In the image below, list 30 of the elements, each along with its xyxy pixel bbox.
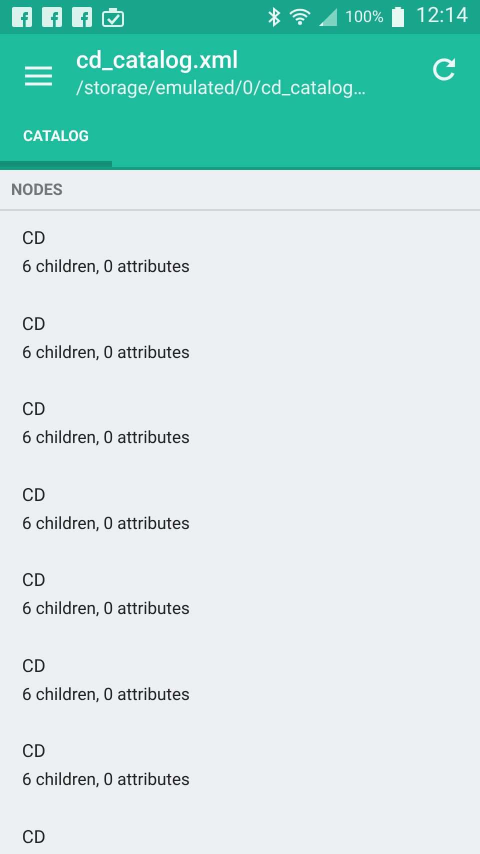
wifi-icon: [289, 7, 311, 27]
node-details: 6 children, 0 attributes: [22, 427, 191, 450]
node-details: 6 children, 0 attributes: [22, 598, 191, 621]
battery-icon: [392, 7, 404, 27]
bluetooth-icon: [267, 7, 281, 27]
node-details: 6 children, 0 attributes: [22, 684, 191, 706]
signal-icon: [319, 8, 337, 26]
node-details: 6 children, 0 attributes: [22, 256, 191, 279]
node-details: 6 children, 0 attributes: [22, 769, 191, 792]
node-name[interactable]: CD: [22, 654, 458, 678]
node-name[interactable]: CD: [22, 312, 458, 336]
clipboard-check-icon: [102, 7, 124, 27]
clock: 12:14: [416, 3, 468, 30]
node-details: 6 children, 0 attributes: [22, 342, 191, 364]
facebook-icon: [72, 7, 92, 27]
file-title: cd_catalog.xml: [76, 45, 240, 75]
node-name[interactable]: CD: [22, 484, 458, 508]
node-details: 6 children, 0 attributes: [22, 512, 191, 536]
menu-icon: [24, 66, 52, 86]
node-name[interactable]: CD: [22, 740, 458, 764]
refresh-icon: [431, 56, 457, 82]
file-path: /storage/emulated/0/cd_catalog…: [76, 75, 366, 101]
facebook-icon: [42, 7, 62, 27]
section-header: NODES: [11, 178, 63, 200]
node-name[interactable]: CD: [22, 569, 458, 593]
node-name[interactable]: CD: [22, 826, 458, 850]
node-name[interactable]: CD: [22, 227, 458, 251]
facebook-icon: [12, 7, 32, 27]
battery-level: 100%: [345, 6, 384, 28]
node-name[interactable]: CD: [22, 398, 458, 422]
